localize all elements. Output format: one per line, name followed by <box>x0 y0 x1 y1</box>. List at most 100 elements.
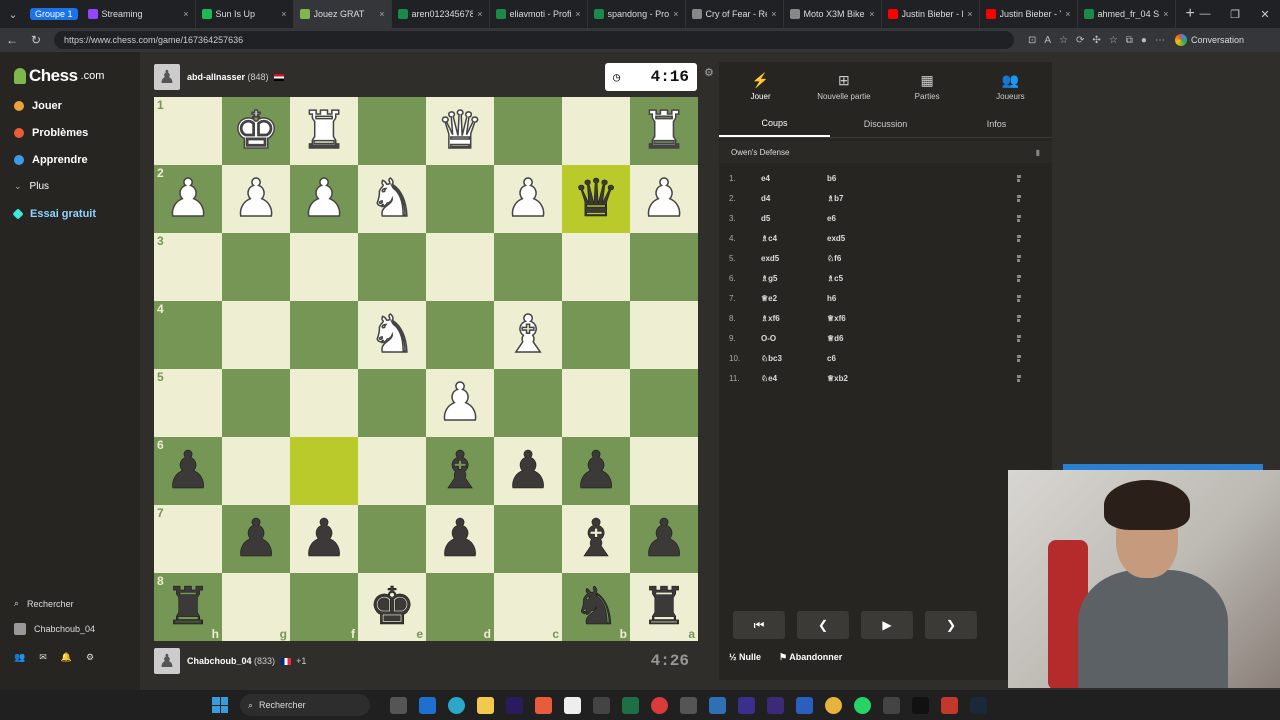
explorer-icon[interactable] <box>390 696 407 714</box>
board-square[interactable]: 8 h ♜ <box>154 573 222 641</box>
excel-icon[interactable] <box>622 696 639 714</box>
browser-tab[interactable]: Jouez GRAT × <box>293 0 392 28</box>
close-window-icon[interactable]: ✕ <box>1250 8 1280 21</box>
panel-tab[interactable]: 👥 Joueurs <box>969 62 1052 110</box>
tab-close-icon[interactable]: × <box>183 9 188 19</box>
black-queen-icon[interactable]: ♛ <box>572 173 619 226</box>
next-move-button[interactable]: ❯ <box>925 611 977 639</box>
board-square[interactable]: ♚ <box>222 97 290 165</box>
board-square[interactable]: 6 ♟ <box>154 437 222 505</box>
white-knight-icon[interactable]: ♞ <box>368 172 416 226</box>
board-square[interactable]: f <box>290 573 358 641</box>
black-bishop-icon[interactable]: ♝ <box>572 513 619 566</box>
white-move[interactable]: d5 <box>761 214 827 223</box>
sidebar-item-essai[interactable]: Essai gratuit <box>12 208 96 220</box>
browser-tab[interactable]: Justin Bieber - Y × <box>980 0 1078 28</box>
friends-icon[interactable]: 👥 <box>14 652 25 663</box>
black-move[interactable]: ♗b7 <box>827 194 1017 203</box>
board-square[interactable] <box>222 301 290 369</box>
tab-close-icon[interactable]: × <box>869 9 874 19</box>
chess-logo[interactable]: Chess .com <box>14 66 104 86</box>
sidebar-item-apprendre[interactable]: Apprendre <box>14 154 88 166</box>
browser-tab[interactable]: Cry of Fear - Rec× <box>686 0 784 28</box>
browser-tab[interactable]: Streaming × <box>82 0 196 28</box>
black-move[interactable]: c6 <box>827 354 1017 363</box>
black-pawn-icon[interactable]: ♟ <box>504 445 551 498</box>
white-rook-icon[interactable]: ♜ <box>300 104 348 158</box>
browser-tab[interactable]: ahmed_fr_04 Str × <box>1078 0 1176 28</box>
board-square[interactable]: 4 <box>154 301 222 369</box>
board-square[interactable] <box>358 505 426 573</box>
board-square[interactable]: ♜ <box>630 97 698 165</box>
app-icon[interactable] <box>419 696 436 714</box>
word-icon[interactable] <box>796 696 813 714</box>
board-square[interactable] <box>562 97 630 165</box>
panel-tab[interactable]: ⚡ Jouer <box>719 62 802 110</box>
white-pawn-icon[interactable]: ♟ <box>232 172 280 226</box>
board-square[interactable]: a ♜ <box>630 573 698 641</box>
media-encoder-icon[interactable] <box>738 696 755 714</box>
bottom-player-info[interactable]: Chabchoub_04 (833) +1 <box>187 656 306 666</box>
tab-close-icon[interactable]: × <box>771 9 776 19</box>
app-icon[interactable] <box>651 696 668 714</box>
black-pawn-icon[interactable]: ♟ <box>640 513 687 566</box>
install-icon[interactable]: ⊡ <box>1028 35 1036 46</box>
tab-group-label[interactable]: Groupe 1 <box>30 8 78 20</box>
draw-button[interactable]: ½ Nulle <box>729 652 761 663</box>
board-square[interactable] <box>426 301 494 369</box>
white-knight-icon[interactable]: ♞ <box>368 308 416 362</box>
book-icon[interactable]: ▮ <box>1036 148 1040 157</box>
board-square[interactable] <box>358 437 426 505</box>
board-square[interactable]: ♛ <box>562 165 630 233</box>
url-input[interactable]: https://www.chess.com/game/167364257636 <box>54 31 1014 49</box>
board-square[interactable]: ♞ <box>358 165 426 233</box>
white-move[interactable]: O-O <box>761 334 827 343</box>
white-move[interactable]: ♗xf6 <box>761 314 827 323</box>
board-square[interactable] <box>358 97 426 165</box>
white-bishop-icon[interactable]: ♝ <box>504 308 552 362</box>
board-square[interactable] <box>222 233 290 301</box>
browser-tab[interactable]: Moto X3M Bike × <box>784 0 882 28</box>
board-square[interactable]: ♟ <box>630 165 698 233</box>
opening-name[interactable]: Owen's Defense <box>731 148 789 157</box>
resign-button[interactable]: ⚑ Abandonner <box>779 652 842 663</box>
sidebar-item-plus[interactable]: ⌄ Plus <box>14 181 49 192</box>
reload-icon[interactable]: ↻ <box>24 33 48 47</box>
board-square[interactable]: d <box>426 573 494 641</box>
board-square[interactable] <box>358 233 426 301</box>
back-icon[interactable]: ← <box>0 33 24 47</box>
reader-icon[interactable]: A <box>1044 35 1051 46</box>
board-square[interactable]: ♟ <box>222 505 290 573</box>
black-move[interactable]: h6 <box>827 294 1017 303</box>
board-square[interactable]: ♟ <box>426 369 494 437</box>
settings-gear-icon[interactable]: ⚙ <box>704 66 714 79</box>
white-rook-icon[interactable]: ♜ <box>640 104 688 158</box>
board-square[interactable] <box>290 301 358 369</box>
black-rook-icon[interactable]: ♜ <box>640 581 687 634</box>
white-move[interactable]: d4 <box>761 194 827 203</box>
board-square[interactable] <box>630 437 698 505</box>
board-square[interactable]: 5 <box>154 369 222 437</box>
tab-close-icon[interactable]: × <box>967 9 972 19</box>
white-move[interactable]: ♘bc3 <box>761 354 827 363</box>
app-icon[interactable] <box>680 696 697 714</box>
white-pawn-icon[interactable]: ♟ <box>640 172 688 226</box>
board-square[interactable] <box>494 369 562 437</box>
board-square[interactable]: ♟ <box>222 165 290 233</box>
black-pawn-icon[interactable]: ♟ <box>436 513 483 566</box>
board-square[interactable]: e ♚ <box>358 573 426 641</box>
previous-move-button[interactable]: ❮ <box>797 611 849 639</box>
browser-tab[interactable]: aren012345678 × <box>392 0 490 28</box>
more-icon[interactable]: ⋯ <box>1155 35 1165 46</box>
folder-icon[interactable] <box>477 696 494 714</box>
windows-start-icon[interactable] <box>212 697 228 713</box>
board-square[interactable]: 3 <box>154 233 222 301</box>
puzzle-icon[interactable]: ✣ <box>1092 35 1100 46</box>
tab-infos[interactable]: Infos <box>941 110 1052 137</box>
board-square[interactable]: ♜ <box>290 97 358 165</box>
white-pawn-icon[interactable]: ♟ <box>164 172 212 226</box>
board-square[interactable]: ♝ <box>426 437 494 505</box>
white-king-icon[interactable]: ♚ <box>232 104 280 158</box>
white-pawn-icon[interactable]: ♟ <box>504 172 552 226</box>
bookmark-star-icon[interactable]: ☆ <box>1059 35 1068 46</box>
